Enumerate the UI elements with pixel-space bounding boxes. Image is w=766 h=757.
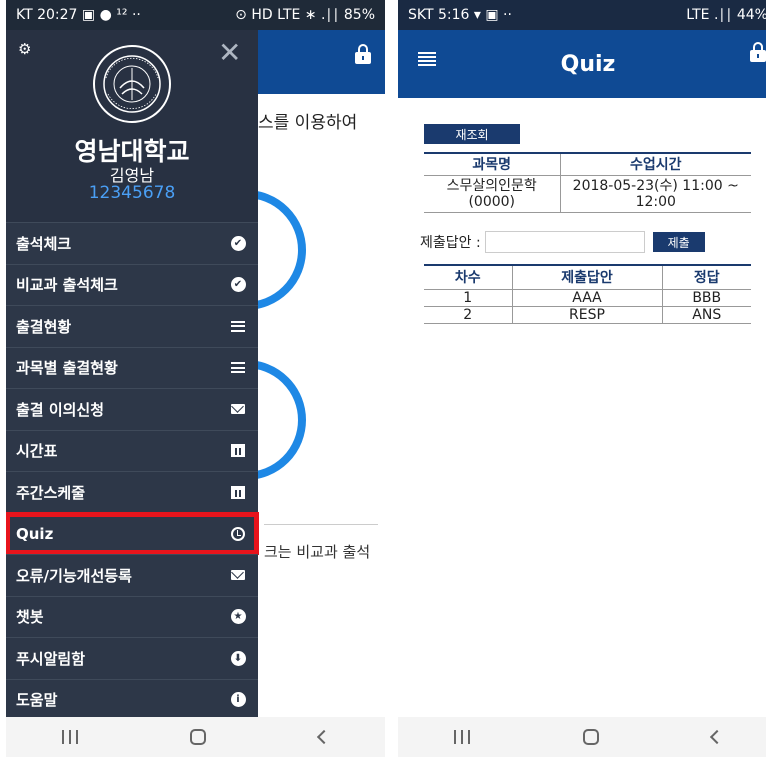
course-table: 과목명 수업시간 스무살의인문학 (0000) 2018-05-23(수) 11… xyxy=(424,152,751,213)
recent-apps-icon[interactable] xyxy=(454,730,471,744)
drawer-menu: 출석체크 ✔ 비교과 출석체크 ✔ 출결현황 과목별 출결현황 출결 이의신청 … xyxy=(6,222,259,721)
system-nav-bar xyxy=(6,717,385,757)
calendar-icon xyxy=(230,484,246,500)
check-circle-icon: ✔ xyxy=(230,235,246,251)
download-icon: ⬇ xyxy=(230,650,246,666)
right-phone-screen: SKT 5:16 ▾ ▣ ·· LTE .∣∣ 44% Quiz 재조회 과목명… xyxy=(398,0,766,757)
menu-item-chatbot[interactable]: 챗봇 ★ xyxy=(6,595,258,638)
drawer-profile: ⚙ ✕ 영남대학교 김영남 12345678 xyxy=(6,30,258,222)
course-name-cell: 스무살의인문학 (0000) xyxy=(424,175,560,213)
status-right: ⊙ HD LTE ∗ .∣∣ 85% xyxy=(235,7,375,23)
mail-icon xyxy=(230,567,246,583)
gallery-icon: ▣ xyxy=(485,7,499,23)
menu-item-label: 시간표 xyxy=(16,442,58,461)
status-extra: ¹² ·· xyxy=(116,7,141,23)
column-header: 정답 xyxy=(661,265,751,290)
menu-item-quiz[interactable]: Quiz xyxy=(6,511,259,555)
status-left: KT 20:27 ▣ ● ¹² ·· xyxy=(16,7,141,23)
menu-item-label: 출석체크 xyxy=(16,234,72,253)
menu-item-attendance-appeal[interactable]: 출결 이의신청 xyxy=(6,388,258,430)
menu-item-attendance-status[interactable]: 출결현황 xyxy=(6,305,258,347)
page-title: Quiz xyxy=(560,52,616,77)
status-bar: SKT 5:16 ▾ ▣ ·· LTE .∣∣ 44% xyxy=(398,0,766,30)
check-circle-icon: ✔ xyxy=(230,277,246,293)
menu-item-label: 비교과 출석체크 xyxy=(16,276,118,295)
home-icon[interactable] xyxy=(190,729,207,745)
submitted-answer-cell: AAA xyxy=(511,289,662,307)
navigation-drawer: ⚙ ✕ 영남대학교 김영남 12345678 출석체크 ✔ 비교과 출석체크 ✔… xyxy=(6,30,259,721)
menu-item-help[interactable]: 도움말 i xyxy=(6,678,258,721)
status-left: SKT 5:16 ▾ ▣ ·· xyxy=(408,7,512,23)
status-right: LTE .∣∣ 44% xyxy=(686,7,766,23)
refresh-button[interactable]: 재조회 xyxy=(424,124,520,144)
left-phone-screen: KT 20:27 ▣ ● ¹² ·· ⊙ HD LTE ∗ .∣∣ 85% 스를… xyxy=(6,0,385,757)
menu-item-label: Quiz xyxy=(16,524,54,543)
menu-item-label: 주간스케줄 xyxy=(16,483,86,502)
gear-icon[interactable]: ⚙ xyxy=(18,40,31,58)
column-header: 수업시간 xyxy=(559,153,751,176)
menu-item-label: 출결 이의신청 xyxy=(16,400,105,419)
answer-input[interactable] xyxy=(484,231,645,253)
status-extra: ·· xyxy=(503,7,512,23)
menu-item-label: 도움말 xyxy=(16,691,58,710)
answer-label: 제출답안 : xyxy=(420,235,481,251)
background-text: 스를 이용하여 xyxy=(258,113,358,133)
list-icon xyxy=(230,318,246,334)
status-bar: KT 20:27 ▣ ● ¹² ·· ⊙ HD LTE ∗ .∣∣ 85% xyxy=(6,0,385,30)
app-header: Quiz xyxy=(398,30,766,98)
lock-icon[interactable] xyxy=(750,42,766,62)
menu-item-label: 오류/기능개선등록 xyxy=(16,566,132,585)
submitted-answer-cell: RESP xyxy=(511,306,662,324)
column-header: 과목명 xyxy=(424,153,560,176)
class-time-cell: 2018-05-23(수) 11:00 ~ 12:00 xyxy=(559,175,751,213)
menu-item-label: 출결현황 xyxy=(16,317,72,336)
calendar-icon xyxy=(230,443,246,459)
lock-icon[interactable] xyxy=(355,44,371,64)
status-time: KT 20:27 xyxy=(16,7,78,23)
close-icon[interactable]: ✕ xyxy=(218,36,241,69)
table-row: 스무살의인문학 (0000) 2018-05-23(수) 11:00 ~ 12:… xyxy=(424,175,751,213)
back-icon[interactable] xyxy=(316,729,331,745)
recent-apps-icon[interactable] xyxy=(62,730,79,744)
table-header-row: 차수 제출답안 정답 xyxy=(424,265,751,290)
menu-item-non-curricular-attendance[interactable]: 비교과 출석체크 ✔ xyxy=(6,263,258,306)
submit-button[interactable]: 제출 xyxy=(652,232,705,252)
user-id: 12345678 xyxy=(88,183,176,203)
back-icon[interactable] xyxy=(709,729,724,745)
round-cell: 2 xyxy=(424,306,512,324)
menu-item-attendance-check[interactable]: 출석체크 ✔ xyxy=(6,222,258,264)
answer-submit-row: 제출답안 : 제출 xyxy=(420,230,705,254)
background-text: 크는 비교과 출석 xyxy=(264,543,371,561)
list-icon xyxy=(230,360,246,376)
menu-item-error-report[interactable]: 오류/기능개선등록 xyxy=(6,554,258,596)
menu-item-label: 과목별 출결현황 xyxy=(16,359,118,378)
info-icon: i xyxy=(230,692,246,708)
home-icon[interactable] xyxy=(582,729,599,745)
status-time: SKT 5:16 xyxy=(408,7,470,23)
correct-answer-cell: ANS xyxy=(661,306,751,324)
round-cell: 1 xyxy=(424,289,512,307)
table-row: 1 AAA BBB xyxy=(424,289,751,307)
table-row: 2 RESP ANS xyxy=(424,306,751,324)
column-header: 제출답안 xyxy=(511,265,662,290)
divider xyxy=(264,524,378,525)
menu-item-attendance-by-course[interactable]: 과목별 출결현황 xyxy=(6,346,258,389)
mail-icon xyxy=(230,401,246,417)
star-icon: ★ xyxy=(230,609,246,625)
menu-item-label: 푸시알림함 xyxy=(16,649,86,668)
menu-item-push-inbox[interactable]: 푸시알림함 ⬇ xyxy=(6,637,258,679)
download-status-icon: ▾ xyxy=(473,7,481,23)
university-logo xyxy=(93,45,171,123)
menu-item-timetable[interactable]: 시간표 xyxy=(6,429,258,472)
column-header: 차수 xyxy=(424,265,512,290)
gallery-icon: ▣ xyxy=(81,7,96,23)
correct-answer-cell: BBB xyxy=(661,289,751,307)
table-header-row: 과목명 수업시간 xyxy=(424,153,751,176)
menu-item-weekly-schedule[interactable]: 주간스케줄 xyxy=(6,471,258,513)
quiz-results-table: 차수 제출답안 정답 1 AAA BBB 2 RESP ANS xyxy=(424,264,751,324)
clock-icon xyxy=(230,526,246,542)
chat-icon: ● xyxy=(99,7,112,23)
system-nav-bar xyxy=(398,717,766,757)
menu-item-label: 챗봇 xyxy=(16,608,44,627)
